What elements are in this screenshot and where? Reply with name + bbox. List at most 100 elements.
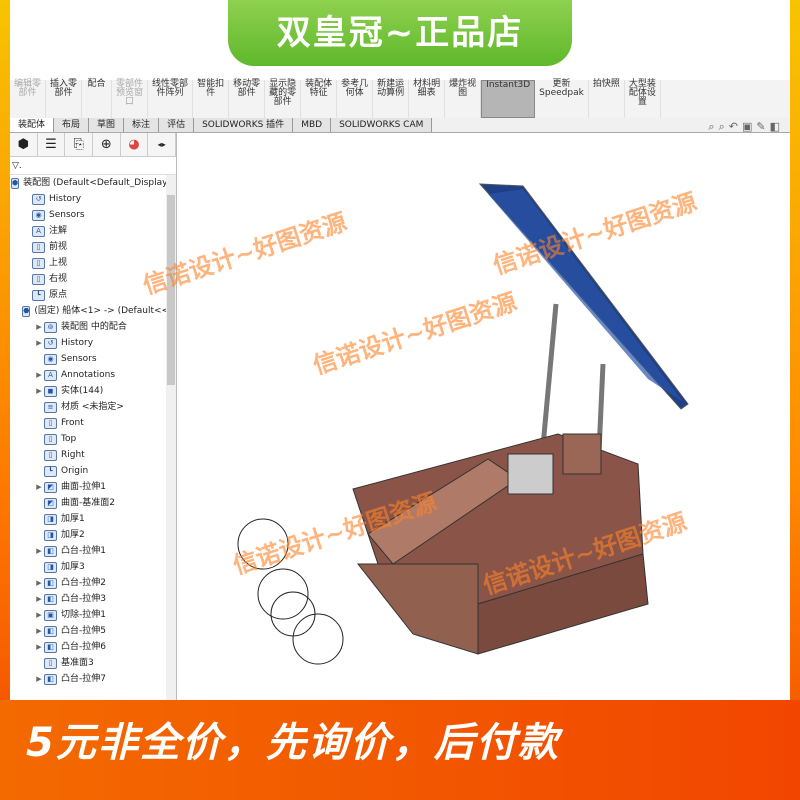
expand-arrow-icon[interactable]: ▶ — [34, 623, 44, 639]
tree-item-label: 装配图 中的配合 — [61, 322, 127, 332]
toolbar-button[interactable]: 配合 — [82, 80, 113, 118]
tree-item[interactable]: ▶ ◧ 凸台-拉伸2 — [10, 575, 176, 591]
command-tab[interactable]: SOLIDWORKS CAM — [331, 118, 433, 132]
toolbar-button[interactable]: 移动零 部件 — [229, 80, 266, 118]
tree-item-label: 曲面-拉伸1 — [61, 482, 106, 492]
command-tab[interactable]: 草图 — [89, 118, 125, 132]
property-manager-icon[interactable]: ☰ — [38, 133, 66, 156]
expand-arrow-icon[interactable]: ▶ — [34, 575, 44, 591]
tree-item[interactable]: ▯ 前视 — [10, 239, 176, 255]
mates-icon: ⊚ — [44, 321, 57, 333]
zoom-area-icon[interactable]: ⌕ — [719, 120, 729, 133]
tree-item[interactable]: ▶ ▣ 切除-拉伸1 — [10, 607, 176, 623]
expand-arrow-icon[interactable]: ▶ — [34, 543, 44, 559]
tree-item[interactable]: ↺ History — [10, 191, 176, 207]
view-orientation-icon[interactable]: ✎ — [756, 120, 769, 133]
tree-item[interactable]: ▶ A Annotations — [10, 367, 176, 383]
tree-item[interactable]: ▶ ◩ 曲面-拉伸1 — [10, 479, 176, 495]
expand-arrow-icon[interactable]: ▶ — [34, 591, 44, 607]
expand-arrow-icon[interactable]: ▶ — [34, 639, 44, 655]
feature-manager-panel: ⬢ ☰ ⎘ ⊕ ◕ ◂▸ ▽. ⬢ 装配图 (Default<Default_Di… — [10, 133, 177, 700]
expand-arrow-icon[interactable]: ▶ — [34, 383, 44, 399]
tree-item[interactable]: ▯ Top — [10, 431, 176, 447]
display-style-icon[interactable]: ◧ — [770, 120, 784, 133]
toolbar-button[interactable]: 新建运 动算例 — [373, 80, 410, 118]
toolbar-button[interactable]: 智能扣 件 — [193, 80, 230, 118]
plane-icon: ▯ — [44, 417, 57, 429]
tree-item[interactable]: ⬣ (固定) 船体<1> -> (Default<<D — [10, 303, 176, 319]
zoom-to-fit-icon[interactable]: ⌕ — [708, 120, 718, 133]
tree-item-label: Annotations — [61, 370, 116, 380]
tree-item[interactable]: ◨ 加厚1 — [10, 511, 176, 527]
boss-icon: ◧ — [44, 641, 57, 653]
configuration-manager-icon[interactable]: ⎘ — [65, 133, 94, 156]
tree-item[interactable]: ▶ ◧ 凸台-拉伸5 — [10, 623, 176, 639]
display-manager-icon[interactable]: ◕ — [121, 133, 149, 156]
tree-item[interactable]: ▶ ⊚ 装配图 中的配合 — [10, 319, 176, 335]
toolbar-button[interactable]: 参考几 何体 — [337, 80, 374, 118]
toolbar-button[interactable]: 大型装 配体设 置 — [625, 80, 661, 118]
tree-item[interactable]: ◨ 加厚3 — [10, 559, 176, 575]
toolbar-button[interactable]: 爆炸视 图 — [445, 80, 482, 118]
tree-scrollbar[interactable] — [166, 175, 176, 700]
tree-item[interactable]: ▯ Right — [10, 447, 176, 463]
expand-arrow-icon[interactable]: ▶ — [34, 479, 44, 495]
tree-item[interactable]: ▶ ◼ 实体(144) — [10, 383, 176, 399]
graphics-area[interactable]: 信诺设计~好图资源 信诺设计~好图资源 信诺设计~好图资源 信诺设计~好图资源 … — [140, 134, 790, 700]
tree-item[interactable]: ◩ 曲面-基准面2 — [10, 495, 176, 511]
command-tab[interactable]: MBD — [293, 118, 332, 132]
tree-item[interactable]: ▯ Front — [10, 415, 176, 431]
plane-icon: ▯ — [32, 241, 45, 253]
section-view-icon[interactable]: ▣ — [742, 120, 756, 133]
toolbar-button[interactable]: 线性零部 件阵列 — [148, 80, 194, 118]
boss-icon: ◧ — [44, 545, 57, 557]
toolbar-button[interactable]: 更新 Speedpak — [535, 80, 589, 118]
view-heads-up-toolbar[interactable]: ⌕⌕↶▣✎◧ — [708, 120, 784, 134]
tree-item[interactable]: ▶ ◧ 凸台-拉伸3 — [10, 591, 176, 607]
expand-arrow-icon[interactable]: ▶ — [34, 335, 44, 351]
tree-item[interactable]: ▯ 基准面3 — [10, 655, 176, 671]
toolbar-button[interactable]: Instant3D — [481, 80, 536, 118]
expand-arrow-icon[interactable]: ▶ — [34, 671, 44, 687]
command-tab[interactable]: SOLIDWORKS 插件 — [194, 118, 294, 132]
tree-item[interactable]: ⬢ 装配图 (Default<Default_Display S — [10, 175, 176, 191]
tree-item[interactable]: ◉ Sensors — [10, 351, 176, 367]
toolbar-button[interactable]: 装配体 特征 — [301, 80, 338, 118]
toolbar-button[interactable]: 显示隐 藏的零 部件 — [265, 80, 302, 118]
tree-item[interactable]: ▶ ◧ 凸台-拉伸7 — [10, 671, 176, 687]
command-tab[interactable]: 布局 — [54, 118, 90, 132]
expand-arrow-icon[interactable]: ▶ — [34, 319, 44, 335]
thicken-icon: ◨ — [44, 561, 57, 573]
expand-arrow-icon[interactable]: ▶ — [34, 607, 44, 623]
command-tab[interactable]: 标注 — [124, 118, 160, 132]
command-tab[interactable]: 评估 — [159, 118, 195, 132]
tree-item-label: 凸台-拉伸6 — [61, 642, 106, 652]
annotation-icon: A — [32, 225, 45, 237]
tree-item[interactable]: ◉ Sensors — [10, 207, 176, 223]
command-tab[interactable]: 装配体 — [10, 118, 55, 132]
feature-manager-icon[interactable]: ⬢ — [10, 133, 38, 156]
toolbar-button[interactable]: 编辑零 部件 — [10, 80, 47, 118]
tree-item[interactable]: ≡ 材质 <未指定> — [10, 399, 176, 415]
tree-item-label: 切除-拉伸1 — [61, 610, 106, 620]
tree-item[interactable]: ◨ 加厚2 — [10, 527, 176, 543]
expand-arrow-icon[interactable]: ▶ — [34, 367, 44, 383]
tree-item-label: Sensors — [61, 354, 97, 364]
tree-item[interactable]: ▶ ◧ 凸台-拉伸1 — [10, 543, 176, 559]
toolbar-button[interactable]: 插入零 部件 — [46, 80, 83, 118]
tree-item[interactable]: A 注解 — [10, 223, 176, 239]
toolbar-button[interactable]: 零部件 预览窗 口 — [112, 80, 149, 118]
tree-item-label: 前视 — [49, 242, 68, 252]
toolbar-button[interactable]: 拍快照 — [589, 80, 625, 118]
dimxpert-icon[interactable]: ⊕ — [93, 133, 121, 156]
tree-item[interactable]: ▶ ↺ History — [10, 335, 176, 351]
cut-icon: ▣ — [44, 609, 57, 621]
tree-filter[interactable]: ▽. — [10, 157, 176, 175]
tree-item[interactable]: ▶ ◧ 凸台-拉伸6 — [10, 639, 176, 655]
tree-item-label: 基准面3 — [61, 658, 94, 668]
previous-view-icon[interactable]: ↶ — [729, 120, 742, 133]
panel-scroll-arrows[interactable]: ◂▸ — [148, 133, 177, 156]
tree-item[interactable]: ┗ Origin — [10, 463, 176, 479]
history-icon: ↺ — [44, 337, 57, 349]
toolbar-button[interactable]: 材料明 细表 — [409, 80, 446, 118]
